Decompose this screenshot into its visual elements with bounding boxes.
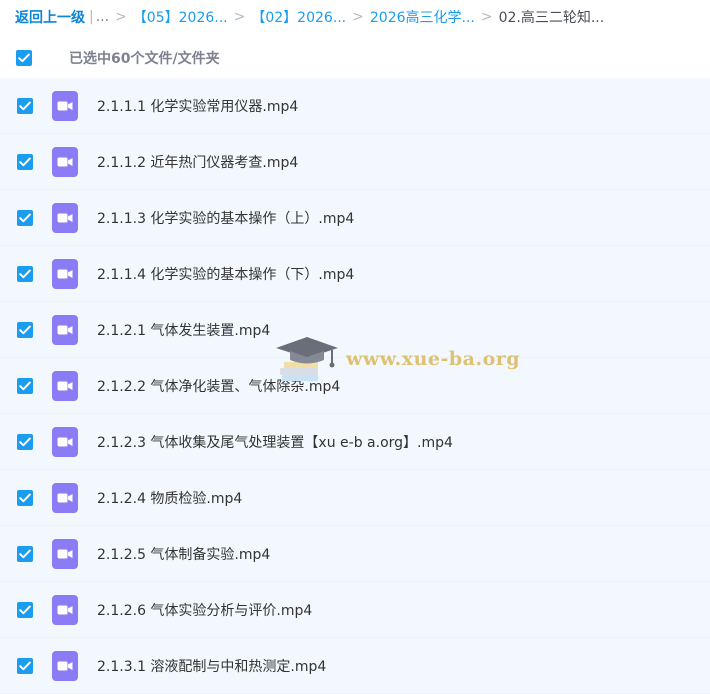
file-checkbox[interactable] [17, 489, 33, 506]
file-row[interactable]: 2.1.2.6 气体实验分析与评价.mp4 [0, 582, 710, 638]
file-checkbox[interactable] [17, 153, 33, 170]
video-file-icon [52, 594, 78, 625]
checkmark-icon [19, 269, 31, 278]
file-checkbox[interactable] [17, 97, 33, 114]
select-all-bar: 已选中60个文件/文件夹 [0, 41, 710, 75]
video-file-icon [52, 538, 78, 569]
back-to-parent-link[interactable]: 返回上一级 [15, 7, 85, 27]
breadcrumb-item[interactable]: 【05】2026... [133, 7, 228, 27]
video-file-icon [52, 202, 78, 233]
breadcrumb-item[interactable]: 2026高三化学... [370, 7, 475, 27]
file-name[interactable]: 2.1.1.3 化学实验的基本操作（上）.mp4 [97, 208, 354, 228]
breadcrumb-ellipsis[interactable]: ... [96, 9, 109, 25]
file-name[interactable]: 2.1.2.1 气体发生装置.mp4 [97, 320, 270, 340]
file-checkbox[interactable] [17, 377, 33, 394]
breadcrumb-item[interactable]: 【02】2026... [251, 7, 346, 27]
file-row[interactable]: 2.1.1.3 化学实验的基本操作（上）.mp4 [0, 190, 710, 246]
file-name[interactable]: 2.1.2.5 气体制备实验.mp4 [97, 544, 270, 564]
file-name[interactable]: 2.1.1.2 近年热门仪器考查.mp4 [97, 152, 298, 172]
breadcrumb-separator: > [480, 9, 493, 25]
breadcrumb-separator: > [115, 9, 127, 25]
checkmark-icon [19, 157, 31, 166]
checkmark-icon [19, 381, 31, 390]
file-checkbox[interactable] [17, 209, 33, 226]
file-name[interactable]: 2.1.1.4 化学实验的基本操作（下）.mp4 [97, 264, 354, 284]
checkmark-icon [19, 101, 31, 110]
file-checkbox[interactable] [17, 545, 33, 562]
checkmark-icon [19, 213, 31, 222]
video-file-icon [52, 90, 78, 121]
file-checkbox[interactable] [17, 265, 33, 282]
file-row[interactable]: 2.1.2.1 气体发生装置.mp4 [0, 302, 710, 358]
select-all-checkbox[interactable] [16, 50, 32, 66]
file-name[interactable]: 2.1.2.2 气体净化装置、气体除杂.mp4 [97, 376, 340, 396]
breadcrumb-current: 02.高三二轮知... [498, 10, 605, 26]
checkmark-icon [19, 493, 31, 502]
file-row[interactable]: 2.1.2.4 物质检验.mp4 [0, 470, 710, 526]
file-row[interactable]: 2.1.2.3 气体收集及尾气处理装置【xu e-b a.org】.mp4 [0, 414, 710, 470]
video-file-icon [52, 146, 78, 177]
file-list: 2.1.1.1 化学实验常用仪器.mp4 2.1.1.2 近年热门仪器考查.mp… [0, 78, 710, 694]
file-name[interactable]: 2.1.2.4 物质检验.mp4 [97, 488, 242, 508]
checkmark-icon [19, 605, 31, 614]
file-row[interactable]: 2.1.1.2 近年热门仪器考查.mp4 [0, 134, 710, 190]
file-row[interactable]: 2.1.1.4 化学实验的基本操作（下）.mp4 [0, 246, 710, 302]
checkmark-icon [19, 661, 31, 670]
file-row[interactable]: 2.1.2.2 气体净化装置、气体除杂.mp4 [0, 358, 710, 414]
breadcrumb-separator: > [352, 9, 364, 25]
file-name[interactable]: 2.1.2.6 气体实验分析与评价.mp4 [97, 600, 312, 620]
video-file-icon [52, 426, 78, 457]
checkmark-icon [18, 53, 30, 63]
file-row[interactable]: 2.1.3.1 溶液配制与中和热测定.mp4 [0, 638, 710, 694]
checkmark-icon [19, 325, 31, 334]
video-file-icon [52, 258, 78, 289]
video-file-icon [52, 650, 78, 681]
breadcrumb: 返回上一级 | ... > 【05】2026... > 【02】2026... … [0, 0, 710, 34]
file-row[interactable]: 2.1.1.1 化学实验常用仪器.mp4 [0, 78, 710, 134]
checkmark-icon [19, 437, 31, 446]
video-file-icon [52, 482, 78, 513]
video-file-icon [52, 314, 78, 345]
file-checkbox[interactable] [17, 601, 33, 618]
breadcrumb-pipe: | [89, 9, 94, 25]
video-file-icon [52, 370, 78, 401]
file-name[interactable]: 2.1.3.1 溶液配制与中和热测定.mp4 [97, 656, 326, 676]
file-checkbox[interactable] [17, 321, 33, 338]
breadcrumb-separator: > [233, 9, 246, 25]
file-row[interactable]: 2.1.2.5 气体制备实验.mp4 [0, 526, 710, 582]
file-checkbox[interactable] [17, 433, 33, 450]
checkmark-icon [19, 549, 31, 558]
file-checkbox[interactable] [17, 657, 33, 674]
file-name[interactable]: 2.1.1.1 化学实验常用仪器.mp4 [97, 96, 298, 116]
file-name[interactable]: 2.1.2.3 气体收集及尾气处理装置【xu e-b a.org】.mp4 [97, 432, 453, 452]
selection-count-label: 已选中60个文件/文件夹 [69, 51, 220, 67]
